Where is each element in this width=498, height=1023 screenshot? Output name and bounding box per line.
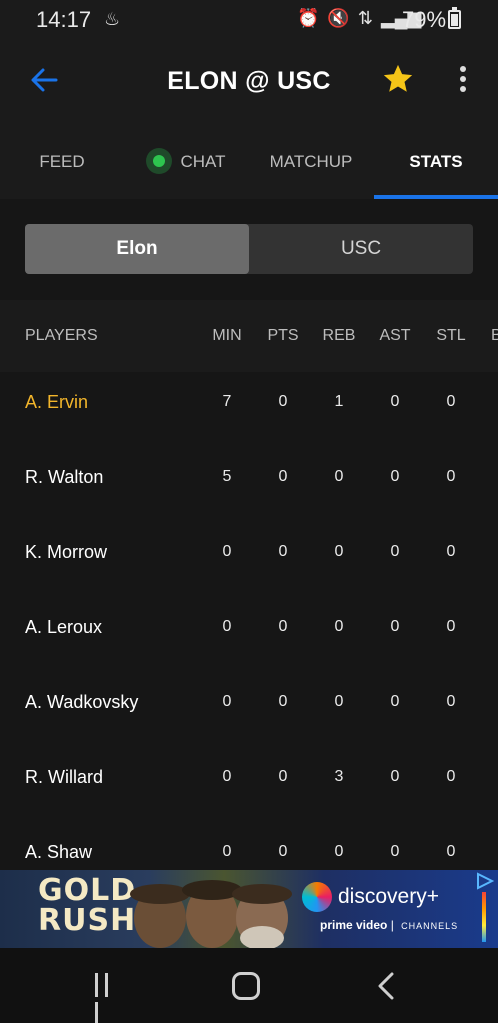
ad-color-stripe <box>482 892 486 942</box>
more-options-icon[interactable] <box>458 66 468 96</box>
ad-partner-suffix: CHANNELS <box>401 921 459 931</box>
stat-stl: 0 <box>446 393 456 410</box>
table-row[interactable]: A. Wadkovsky 0 0 0 0 0 <box>0 672 498 747</box>
favorite-star-icon[interactable] <box>381 62 415 96</box>
stat-pts: 0 <box>278 393 288 410</box>
stat-reb: 1 <box>334 393 344 410</box>
stat-stl: 0 <box>446 543 456 560</box>
stat-stl: 0 <box>446 618 456 635</box>
battery-percent: 79% <box>402 7 447 32</box>
column-header-reb[interactable]: REB <box>311 300 367 372</box>
team-toggle-usc[interactable]: USC <box>249 224 473 274</box>
mute-icon: 🔇 <box>327 8 350 28</box>
stat-pts: 0 <box>278 543 288 560</box>
table-row[interactable]: A. Ervin 7 0 1 0 0 <box>0 372 498 447</box>
active-tab-indicator <box>374 195 498 199</box>
stat-reb: 0 <box>334 468 344 485</box>
stat-stl: 0 <box>446 693 456 710</box>
team-toggle-elon[interactable]: Elon <box>25 224 249 274</box>
stat-stl: 0 <box>446 468 456 485</box>
stat-ast: 0 <box>390 618 400 635</box>
player-name[interactable]: R. Walton <box>25 467 103 488</box>
stat-pts: 0 <box>278 768 288 785</box>
player-name[interactable]: A. Ervin <box>25 392 88 413</box>
page-title: ELON @ USC <box>167 67 331 95</box>
ad-choices-icon[interactable] <box>474 872 496 890</box>
live-indicator-icon <box>146 147 173 174</box>
column-header-players[interactable]: PLAYERS <box>25 300 98 372</box>
tab-chat-label: CHAT <box>180 152 226 171</box>
ad-partner-name: prime video <box>320 918 388 932</box>
stat-min: 7 <box>222 393 232 410</box>
stats-table-body: A. Ervin 7 0 1 0 0 R. Walton 5 0 0 0 0 K… <box>0 372 498 870</box>
discovery-logo-icon <box>302 882 332 912</box>
stat-min: 0 <box>222 543 232 560</box>
column-header-stl[interactable]: STL <box>423 300 479 372</box>
stat-reb: 0 <box>334 618 344 635</box>
table-row[interactable]: K. Morrow 0 0 0 0 0 <box>0 522 498 597</box>
ad-brand: discovery+ <box>302 882 439 912</box>
tab-bar: FEED CHAT MATCHUP STATS <box>0 124 498 199</box>
status-time: 14:17 <box>36 7 92 32</box>
stat-ast: 0 <box>390 543 400 560</box>
column-header-blk[interactable]: B <box>491 300 498 372</box>
stat-reb: 0 <box>334 543 344 560</box>
stat-reb: 0 <box>334 693 344 710</box>
tab-chat[interactable]: CHAT <box>124 124 248 199</box>
table-row[interactable]: A. Leroux 0 0 0 0 0 <box>0 597 498 672</box>
ad-partner: prime video | CHANNELS <box>320 918 459 932</box>
stat-stl: 0 <box>446 843 456 860</box>
tab-stats[interactable]: STATS <box>374 124 498 199</box>
stats-table-header: PLAYERS MIN PTS REB AST STL B <box>0 300 498 372</box>
column-header-ast[interactable]: AST <box>367 300 423 372</box>
stat-ast: 0 <box>390 393 400 410</box>
stat-reb: 0 <box>334 843 344 860</box>
player-name[interactable]: A. Shaw <box>25 842 92 863</box>
recents-icon[interactable] <box>95 973 121 1023</box>
app-bar: ELON @ USC <box>0 40 498 124</box>
stat-ast: 0 <box>390 468 400 485</box>
stat-min: 0 <box>222 693 232 710</box>
player-name[interactable]: R. Willard <box>25 767 103 788</box>
player-name[interactable]: A. Leroux <box>25 617 102 638</box>
status-bar: 14:17 ♨ ⏰ 🔇 ⇅ ▂▄▆ 79% <box>0 0 498 40</box>
system-nav-bar <box>0 948 498 1023</box>
stat-ast: 0 <box>390 843 400 860</box>
ad-cast-image <box>130 880 292 948</box>
ad-brand-text: discovery+ <box>338 885 439 908</box>
stat-pts: 0 <box>278 468 288 485</box>
stat-reb: 3 <box>334 768 344 785</box>
stat-min: 0 <box>222 843 232 860</box>
battery-icon <box>448 7 461 29</box>
column-header-min[interactable]: MIN <box>199 300 255 372</box>
alarm-icon: ⏰ <box>297 8 320 28</box>
stat-min: 0 <box>222 618 232 635</box>
stat-ast: 0 <box>390 768 400 785</box>
notification-icon: ♨ <box>104 9 121 29</box>
column-header-pts[interactable]: PTS <box>255 300 311 372</box>
stat-stl: 0 <box>446 768 456 785</box>
stat-pts: 0 <box>278 618 288 635</box>
table-row[interactable]: A. Shaw 0 0 0 0 0 <box>0 822 498 870</box>
home-icon[interactable] <box>232 972 260 1000</box>
stat-min: 5 <box>222 468 232 485</box>
ad-banner[interactable]: GOLD RUSH discovery+ prime video | CHANN… <box>0 870 498 948</box>
tab-feed[interactable]: FEED <box>0 124 124 199</box>
stat-min: 0 <box>222 768 232 785</box>
back-icon[interactable] <box>374 972 398 1000</box>
stat-pts: 0 <box>278 693 288 710</box>
stat-ast: 0 <box>390 693 400 710</box>
team-toggle: Elon USC <box>25 224 473 274</box>
table-row[interactable]: R. Willard 0 0 3 0 0 <box>0 747 498 822</box>
tab-matchup[interactable]: MATCHUP <box>248 124 374 199</box>
player-name[interactable]: A. Wadkovsky <box>25 692 138 713</box>
table-row[interactable]: R. Walton 5 0 0 0 0 <box>0 447 498 522</box>
player-name[interactable]: K. Morrow <box>25 542 107 563</box>
stat-pts: 0 <box>278 843 288 860</box>
data-icon: ⇅ <box>357 8 373 28</box>
